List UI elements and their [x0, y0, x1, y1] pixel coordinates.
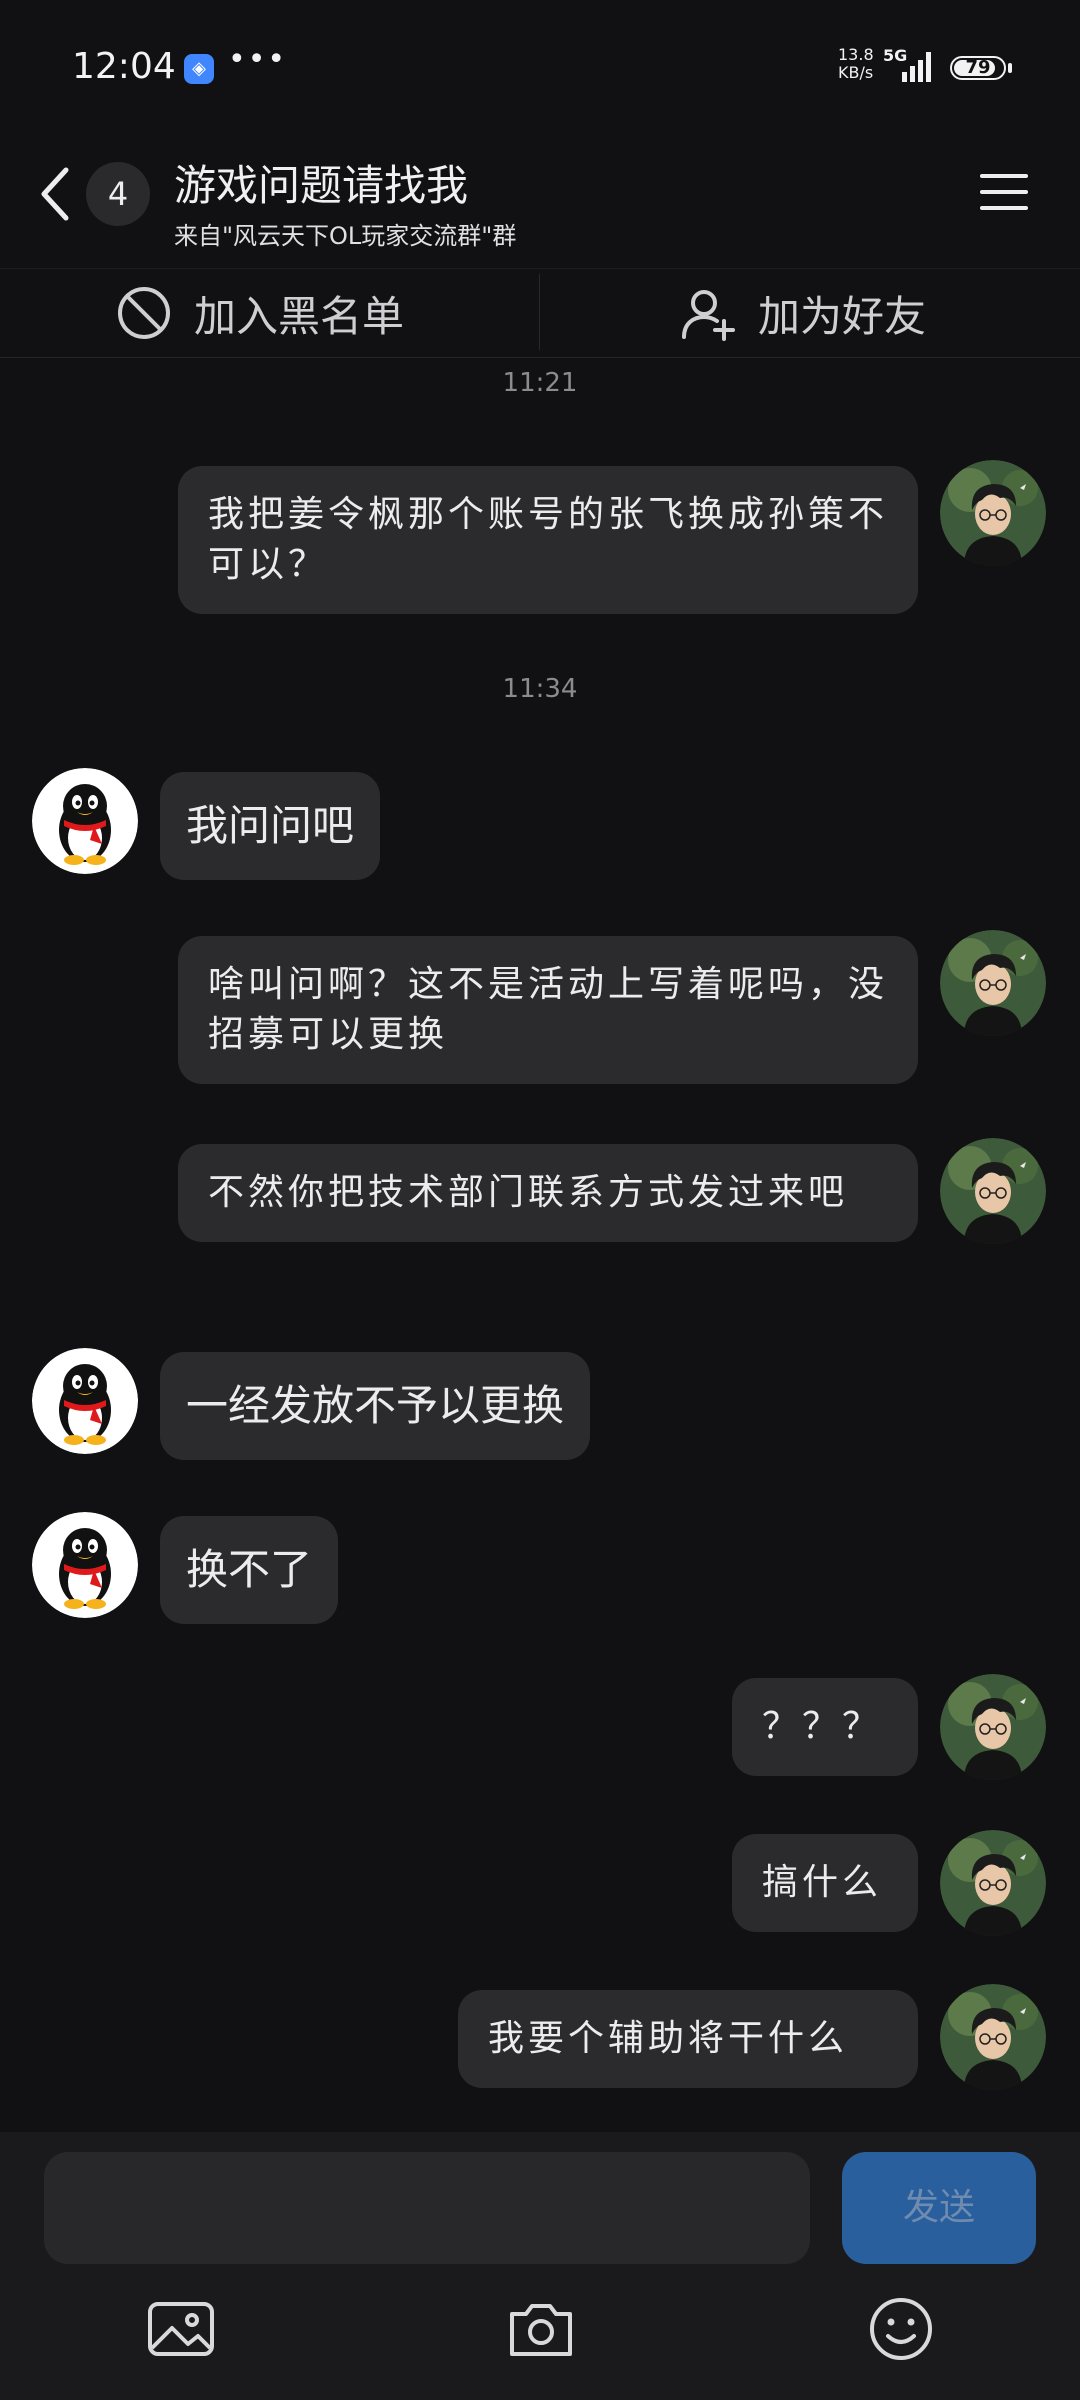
network-speed-unit: KB/s — [838, 63, 874, 82]
hamburger-menu-icon[interactable] — [980, 172, 1028, 212]
status-time: 12:04 — [72, 46, 176, 87]
add-user-icon — [682, 290, 735, 341]
network-speed: 13.8 KB/s — [838, 46, 874, 82]
status-bar: 12:04 ◈ ••• 13.8 KB/s 5G 79 — [0, 0, 1080, 140]
chat-title: 游戏问题请找我 — [174, 161, 469, 210]
message-bubble-sent[interactable]: ？？？ — [732, 1678, 918, 1776]
blacklist-label: 加入黑名单 — [194, 291, 405, 341]
my-avatar[interactable] — [940, 1138, 1046, 1244]
smiley-icon[interactable] — [866, 2294, 936, 2364]
app-notification-icon: ◈ — [184, 54, 214, 84]
my-avatar[interactable] — [940, 930, 1046, 1036]
battery-icon: 79 — [950, 56, 1006, 80]
my-avatar[interactable] — [940, 1984, 1046, 2090]
battery-level: 79 — [965, 57, 991, 78]
message-input[interactable] — [44, 2152, 810, 2264]
contact-avatar[interactable] — [32, 1348, 138, 1454]
contact-avatar[interactable] — [32, 768, 138, 874]
my-avatar[interactable] — [940, 1674, 1046, 1780]
timestamp: 11:21 — [502, 368, 578, 398]
my-avatar[interactable] — [940, 1830, 1046, 1936]
stranger-action-bar: 加入黑名单 加为好友 — [0, 268, 1080, 358]
contact-avatar[interactable] — [32, 1512, 138, 1618]
message-bubble-sent[interactable]: 我要个辅助将干什么 — [458, 1990, 918, 2088]
message-bubble-sent[interactable]: 搞什么 — [732, 1834, 918, 1932]
battery-nub — [1008, 63, 1012, 73]
timestamp: 11:34 — [502, 674, 578, 704]
add-friend-label: 加为好友 — [758, 291, 927, 341]
message-bubble-received[interactable]: 一经发放不予以更换 — [160, 1352, 591, 1460]
message-bubble-sent[interactable]: 我把姜令枫那个账号的张飞换成孙策不可以？ — [178, 466, 918, 614]
action-divider — [539, 274, 540, 350]
message-bubble-received[interactable]: 换不了 — [160, 1516, 339, 1624]
chat-subtitle: 来自"风云天下OL玩家交流群"群 — [174, 222, 517, 250]
ban-icon — [118, 287, 170, 339]
unread-count-badge[interactable]: 4 — [86, 162, 150, 226]
chevron-left-icon[interactable] — [36, 162, 76, 226]
message-bubble-sent[interactable]: 啥叫问啊？这不是活动上写着呢吗，没招募可以更换 — [178, 936, 918, 1084]
more-notifications-icon: ••• — [228, 42, 288, 77]
image-icon[interactable] — [146, 2294, 216, 2364]
message-bubble-received[interactable]: 我问问吧 — [160, 772, 381, 880]
camera-icon[interactable] — [506, 2294, 576, 2364]
blacklist-button[interactable]: 加入黑名单 — [116, 269, 404, 357]
add-friend-button[interactable]: 加为好友 — [680, 269, 926, 357]
send-button[interactable]: 发送 — [842, 2152, 1036, 2264]
network-speed-value: 13.8 — [838, 45, 874, 64]
signal-icon — [902, 52, 931, 82]
message-bubble-sent[interactable]: 不然你把技术部门联系方式发过来吧 — [178, 1144, 918, 1242]
my-avatar[interactable] — [940, 460, 1046, 566]
